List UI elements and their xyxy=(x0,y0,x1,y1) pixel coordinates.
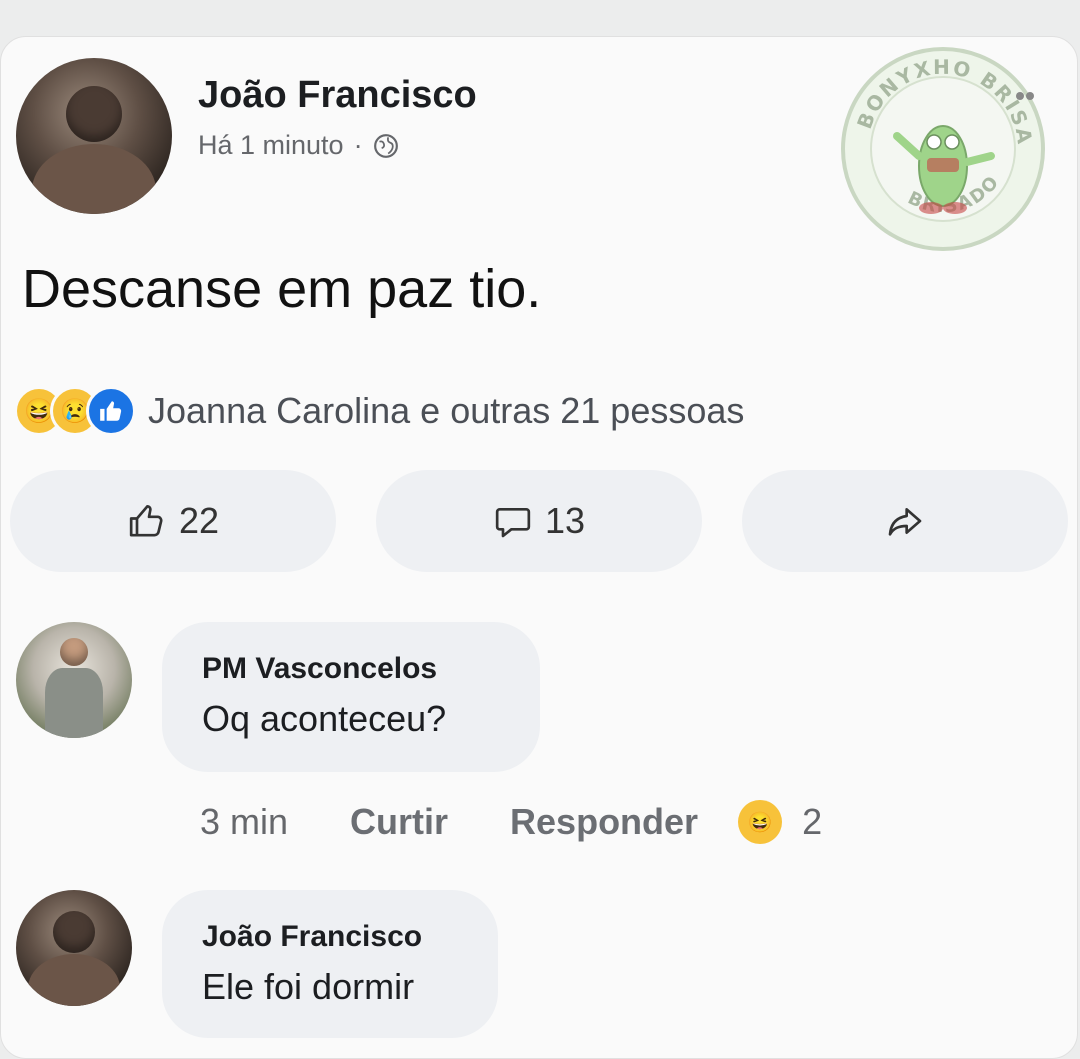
comment-count: 13 xyxy=(544,500,586,541)
post-author-avatar[interactable] xyxy=(16,58,172,214)
haha-icon: 😆 xyxy=(738,800,783,844)
like-button[interactable]: 22 xyxy=(10,470,336,572)
comment-avatar[interactable] xyxy=(16,890,132,1006)
comment-time[interactable]: 3 min xyxy=(200,801,288,843)
share-button[interactable] xyxy=(742,470,1068,572)
comment-text: Oq aconteceu? xyxy=(202,698,447,739)
share-icon xyxy=(888,508,922,536)
post-author-name[interactable]: João Francisco xyxy=(198,74,477,117)
reactions-text: Joanna Carolina e outras 21 pessoas xyxy=(148,390,745,431)
speech-bubble-icon xyxy=(495,508,531,538)
comment-avatar[interactable] xyxy=(16,622,132,738)
comment-author[interactable]: PM Vasconcelos xyxy=(202,652,500,686)
comment-like-button[interactable]: Curtir xyxy=(350,801,448,843)
comment-reactions[interactable]: 😆 2 xyxy=(738,800,822,844)
comment-meta: 3 min Curtir Responder 😆 2 xyxy=(200,800,822,844)
like-icon xyxy=(86,386,136,436)
comment-reply-button[interactable]: Responder xyxy=(510,801,698,843)
reactions-summary[interactable]: 😆 😢 Joanna Carolina e outras 21 pessoas xyxy=(14,386,744,436)
watermark-logo: BONYXHO BRISADO BRISADO xyxy=(838,44,1045,251)
comment-bubble: João Francisco Ele foi dormir xyxy=(162,890,498,1038)
post-timestamp[interactable]: Há 1 minuto xyxy=(198,130,344,161)
comment-bubble: PM Vasconcelos Oq aconteceu? xyxy=(162,622,540,772)
thumbs-up-icon xyxy=(129,505,163,537)
comment-text: Ele foi dormir xyxy=(202,966,415,1007)
comment-author[interactable]: João Francisco xyxy=(202,920,458,954)
meta-separator: · xyxy=(353,130,363,160)
globe-icon xyxy=(373,133,398,158)
comment-reaction-count: 2 xyxy=(802,801,823,842)
comment-button[interactable]: 13 xyxy=(376,470,702,572)
post-meta: Há 1 minuto · xyxy=(198,130,399,161)
like-count: 22 xyxy=(178,500,220,541)
post-text: Descanse em paz tio. xyxy=(22,259,542,319)
